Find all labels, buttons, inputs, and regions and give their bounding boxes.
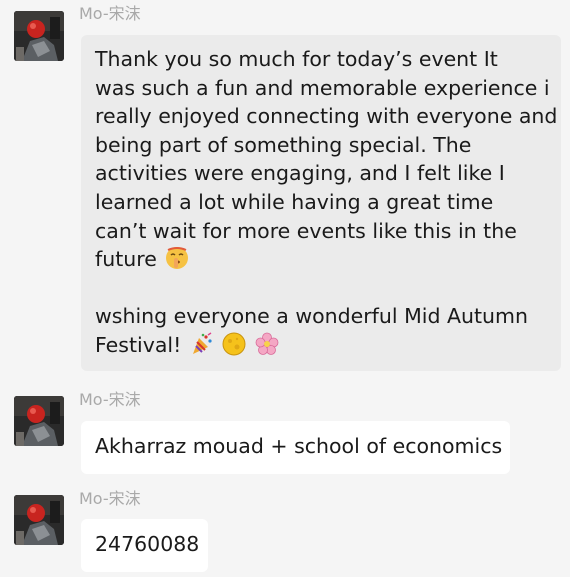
- chat-history: Mo-宋沫 Thank you so much for today’s even…: [0, 0, 570, 577]
- sender-name: Mo-宋沫: [79, 489, 141, 508]
- message-text: Festival!: [95, 332, 182, 357]
- message-text-line: being part of something special. The: [95, 132, 472, 157]
- message-text-line: future: [95, 245, 547, 274]
- message-text-line: wshing everyone a wonderful Mid Autumn: [95, 304, 529, 329]
- message-text-line: really enjoyed connecting with everyone …: [95, 104, 558, 129]
- message-text-line: Akharraz mouad + school of economics: [95, 434, 503, 458]
- sender-name: Mo-宋沫: [79, 390, 141, 409]
- message-bubble[interactable]: Akharraz mouad + school of economics: [81, 421, 510, 474]
- avatar[interactable]: [14, 11, 64, 61]
- message-text-line: learned a lot while having a great time: [95, 189, 494, 214]
- message-text-line: activities were engaging, and I felt lik…: [95, 161, 505, 186]
- message-text-line: was such a fun and memorable experience …: [95, 75, 550, 100]
- party-popper-emoji-icon: [190, 332, 214, 356]
- full-moon-emoji-icon: [222, 332, 246, 356]
- cherry-blossom-emoji-icon: [255, 332, 279, 356]
- avatar-photo-icon: [14, 396, 64, 446]
- avatar-photo-icon: [14, 495, 64, 545]
- message-text-line: can’t wait for more events like this in …: [95, 218, 517, 243]
- chat-message: Mo-宋沫 24760088: [0, 484, 570, 577]
- chat-message: Mo-宋沫 Thank you so much for today’s even…: [0, 0, 570, 375]
- avatar[interactable]: [14, 396, 64, 446]
- message-bubble[interactable]: Thank you so much for today’s event It w…: [81, 35, 561, 371]
- message-bubble[interactable]: 24760088: [81, 519, 208, 572]
- message-text: future: [95, 247, 157, 272]
- shushing-face-emoji-icon: [165, 246, 189, 270]
- avatar-photo-icon: [14, 11, 64, 61]
- message-text-line: Festival!: [95, 331, 547, 360]
- message-text-line: Thank you so much for today’s event It: [95, 47, 498, 71]
- message-text-line: 24760088: [95, 532, 200, 556]
- sender-name: Mo-宋沫: [79, 4, 141, 23]
- chat-message: Mo-宋沫 Akharraz mouad + school of economi…: [0, 385, 570, 485]
- avatar[interactable]: [14, 495, 64, 545]
